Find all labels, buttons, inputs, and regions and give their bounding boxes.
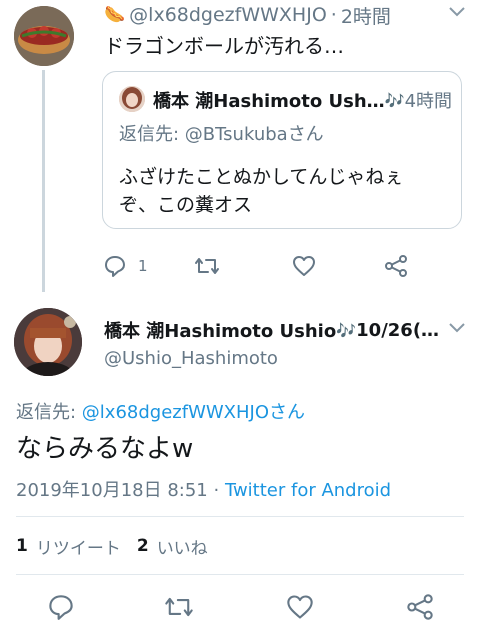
engagement-stats: 1 リツイート 2 いいね	[16, 534, 208, 559]
author-username[interactable]: @Ushio_Hashimoto	[104, 348, 278, 369]
timestamp[interactable]: 2時間	[341, 2, 391, 29]
tweet-date: 10/26(…	[356, 319, 440, 341]
tweet-text: ならみるなよw	[16, 434, 194, 464]
author-name[interactable]: 橋本 潮Hashimoto Ushio	[104, 317, 336, 343]
reply-tweet[interactable]: 🌭 @lx68dgezfWWXHJO · 2時間 ドラゴンボールが汚れる… 橋本…	[0, 0, 480, 292]
like-icon[interactable]	[292, 255, 316, 277]
tweet-timestamp: 2019年10月18日 8:51 ·	[16, 480, 225, 501]
divider	[16, 574, 464, 575]
reply-action[interactable]: 1	[104, 254, 148, 278]
separator: ·	[330, 4, 337, 26]
retweets-count[interactable]: 1	[16, 536, 28, 556]
reply-to-link[interactable]: @BTsukuba	[185, 124, 288, 145]
chevron-down-icon[interactable]	[448, 322, 466, 334]
reply-to-link[interactable]: @lx68dgezfWWXHJO	[82, 402, 269, 423]
main-tweet: 橋本 潮Hashimoto Ushio 🎶 10/26(… @Ushio_Has…	[0, 300, 480, 640]
retweet-icon[interactable]	[164, 594, 194, 620]
retweet-icon[interactable]	[194, 255, 220, 277]
avatar[interactable]	[14, 6, 74, 66]
reply-prefix: 返信先:	[16, 402, 82, 423]
author-avatar[interactable]	[14, 308, 82, 376]
reply-icon[interactable]	[48, 594, 74, 620]
chevron-down-icon[interactable]	[448, 6, 466, 18]
tweet-source[interactable]: Twitter for Android	[225, 480, 391, 501]
like-icon[interactable]	[286, 594, 314, 620]
reply-suffix: さん	[287, 124, 324, 145]
quoted-avatar	[119, 86, 145, 112]
reply-suffix: さん	[269, 402, 306, 423]
retweets-label[interactable]: リツイート	[36, 534, 121, 559]
quoted-time: 4時間	[404, 91, 453, 112]
share-icon[interactable]	[384, 254, 408, 278]
share-icon[interactable]	[406, 593, 434, 621]
reply-count: 1	[138, 257, 148, 275]
likes-count[interactable]: 2	[137, 536, 149, 556]
reply-prefix: 返信先:	[119, 124, 185, 145]
reply-icon	[104, 255, 126, 277]
handle[interactable]: @lx68dgezfWWXHJO	[129, 4, 327, 26]
quoted-text-line1: ふざけたことぬかしてんじゃねぇ	[119, 166, 404, 188]
thread-line	[42, 70, 45, 292]
quoted-name: 橋本 潮Hashimoto Ush…	[153, 91, 385, 112]
quoted-text-line2: ぞ、この糞オス	[119, 194, 253, 216]
divider	[16, 516, 464, 517]
music-note-icon: 🎶	[384, 90, 405, 110]
likes-label[interactable]: いいね	[157, 534, 208, 559]
user-emoji: 🌭	[104, 5, 126, 25]
tweet-text: ドラゴンボールが汚れる…	[104, 34, 344, 58]
quoted-tweet[interactable]: 橋本 潮Hashimoto Ush… 🎶 4時間 返信先: @BTsukubaさ…	[102, 71, 462, 229]
music-note-icon: 🎶	[336, 320, 357, 340]
